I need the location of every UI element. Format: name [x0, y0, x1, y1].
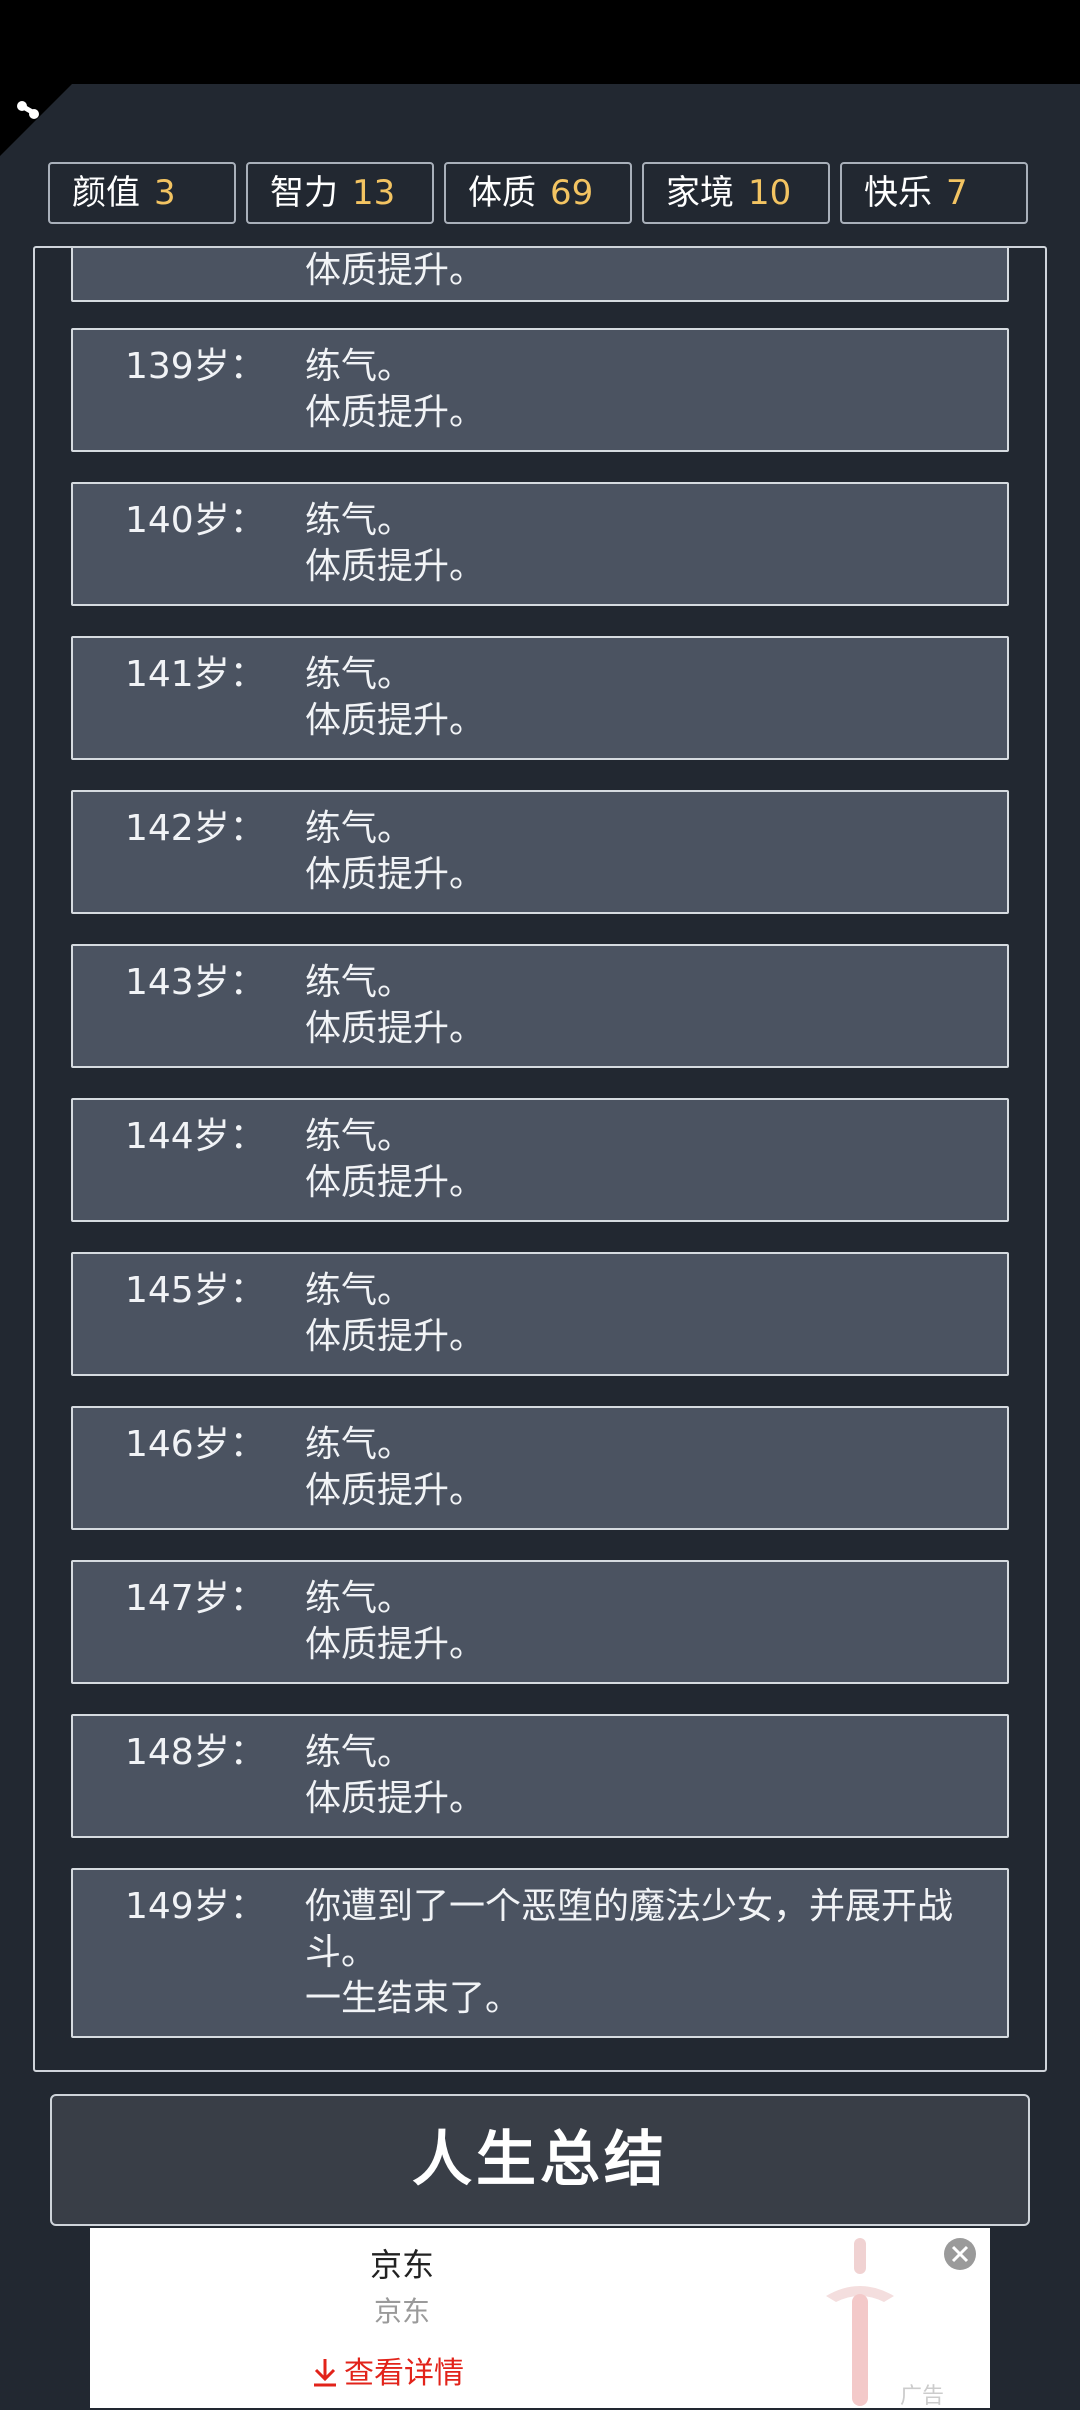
log-entry: 145岁： 练气。体质提升。 — [71, 1252, 1009, 1376]
log-entry: 142岁： 练气。体质提升。 — [71, 790, 1009, 914]
stat-label: 快乐 — [864, 173, 932, 213]
log-entry-text: 练气。 体质提升。 — [305, 1422, 985, 1514]
log-entry-line: 体质提升。 — [305, 1162, 486, 1203]
log-entry-line: 体质提升。 — [305, 1008, 486, 1049]
settings-icon[interactable] — [10, 94, 50, 134]
log-entry-text: 练气。 体质提升。 — [305, 344, 985, 436]
ad-view-details-link[interactable]: 查看详情 — [312, 2348, 464, 2392]
status-bar — [0, 0, 1080, 84]
log-entry-text: 练气。 体质提升。 — [305, 498, 985, 590]
life-summary-button[interactable]: 人生总结 — [50, 2094, 1030, 2226]
stat-value: 13 — [352, 173, 396, 213]
log-entry: 148岁： 练气。体质提升。 — [71, 1714, 1009, 1838]
log-entry: 139岁： 练气。体质提升。 — [71, 328, 1009, 452]
stat-appearance: 颜值 3 — [48, 162, 236, 224]
ad-title: 京东 — [370, 2246, 435, 2284]
log-entry-age: 147岁： — [125, 1578, 266, 1619]
stat-label: 颜值 — [72, 173, 140, 213]
log-entry-text: 练气。 体质提升。 — [305, 652, 985, 744]
ad-label: 广告 — [900, 2384, 945, 2409]
log-entry-line: 练气。 — [305, 654, 414, 695]
log-entry-line: 练气。 — [305, 346, 414, 387]
close-icon[interactable] — [942, 2236, 978, 2272]
log-entry-age: 146岁： — [125, 1424, 266, 1465]
stat-value: 7 — [946, 173, 968, 213]
log-entry-text: 体质提升。 — [305, 248, 985, 294]
stat-value: 69 — [550, 173, 594, 213]
toothbrush-product-image — [826, 2238, 894, 2406]
log-entry-text: 练气。 体质提升。 — [305, 1730, 985, 1822]
log-entry-text: 练气。 体质提升。 — [305, 1576, 985, 1668]
log-entry-line: 练气。 — [305, 1578, 414, 1619]
log-entry: 体质提升。 — [71, 248, 1009, 302]
stat-label: 智力 — [270, 173, 338, 213]
log-entry-line: 体质提升。 — [305, 250, 486, 291]
log-entry-age: 139岁： — [125, 346, 266, 387]
log-entry-line: 练气。 — [305, 1424, 414, 1465]
log-entry-age: 143岁： — [125, 962, 266, 1003]
log-entry-age: 141岁： — [125, 654, 266, 695]
stat-happiness: 快乐 7 — [840, 162, 1028, 224]
download-arrow-icon — [314, 2359, 336, 2387]
log-entry: 146岁： 练气。体质提升。 — [71, 1406, 1009, 1530]
log-entry: 144岁： 练气。体质提升。 — [71, 1098, 1009, 1222]
stat-intelligence: 智力 13 — [246, 162, 434, 224]
log-entry-text: 你遭到了一个恶堕的魔法少女，并展开战斗。一生结束了。 — [305, 1884, 985, 2022]
log-entry-line: 练气。 — [305, 1116, 414, 1157]
log-entry-line: 练气。 — [305, 962, 414, 1003]
log-entry-age: 145岁： — [125, 1270, 266, 1311]
stat-value: 10 — [748, 173, 792, 213]
log-entry-line: 体质提升。 — [305, 854, 486, 895]
stat-label: 体质 — [468, 173, 536, 213]
life-log-panel[interactable]: 体质提升。 139岁： 练气。 体质提升。 140岁： 练气。 体质提升。 141岁： 练气。体… — [33, 246, 1047, 2072]
log-entry-line: 体质提升。 — [305, 700, 486, 741]
log-entry-age: 148岁： — [125, 1732, 266, 1773]
ad-subtitle: 京东 — [374, 2295, 431, 2328]
log-entry-line: 体质提升。 — [305, 546, 486, 587]
log-entry-line: 一生结束了。 — [305, 1978, 522, 2019]
log-entry-line: 练气。 — [305, 1270, 414, 1311]
log-entry-age: 144岁： — [125, 1116, 266, 1157]
log-entry-text: 练气。 体质提升。 — [305, 1114, 985, 1206]
stats-bar: 颜值 3 智力 13 体质 69 家境 10 快乐 7 — [48, 162, 1032, 226]
log-entry: 149岁： 你遭到了一个恶堕的魔法少女，并展开战斗。一生结束了。 — [71, 1868, 1009, 2038]
log-entry-line: 体质提升。 — [305, 1470, 486, 1511]
log-entry-text: 练气。 体质提升。 — [305, 960, 985, 1052]
log-entry-line: 体质提升。 — [305, 1778, 486, 1819]
log-entry: 141岁： 练气。体质提升。 — [71, 636, 1009, 760]
stat-value: 3 — [154, 173, 176, 213]
log-entry-text: 练气。 体质提升。 — [305, 1268, 985, 1360]
log-entry-age: 140岁： — [125, 500, 266, 541]
log-entry-line: 练气。 — [305, 808, 414, 849]
log-entry-text: 练气。 体质提升。 — [305, 806, 985, 898]
log-entry-line: 练气。 — [305, 1732, 414, 1773]
log-entry-line: 体质提升。 — [305, 1624, 486, 1665]
log-entry-age: 142岁： — [125, 808, 266, 849]
log-entry-line: 练气。 — [305, 500, 414, 541]
stat-family: 家境 10 — [642, 162, 830, 224]
ad-cta-label: 查看详情 — [344, 2356, 464, 2391]
log-entry: 147岁： 练气。体质提升。 — [71, 1560, 1009, 1684]
log-entry-line: 你遭到了一个恶堕的魔法少女，并展开战斗。 — [305, 1886, 954, 1973]
stat-constitution: 体质 69 — [444, 162, 632, 224]
log-entry: 140岁： 练气。体质提升。 — [71, 482, 1009, 606]
stat-label: 家境 — [666, 173, 734, 213]
log-entry-line: 体质提升。 — [305, 392, 486, 433]
ad-banner[interactable]: 京东 京东 查看详情 广告 — [90, 2228, 990, 2409]
log-entry-age: 149岁： — [125, 1886, 266, 1927]
log-entry: 143岁： 练气。体质提升。 — [71, 944, 1009, 1068]
log-entry-line: 体质提升。 — [305, 1316, 486, 1357]
